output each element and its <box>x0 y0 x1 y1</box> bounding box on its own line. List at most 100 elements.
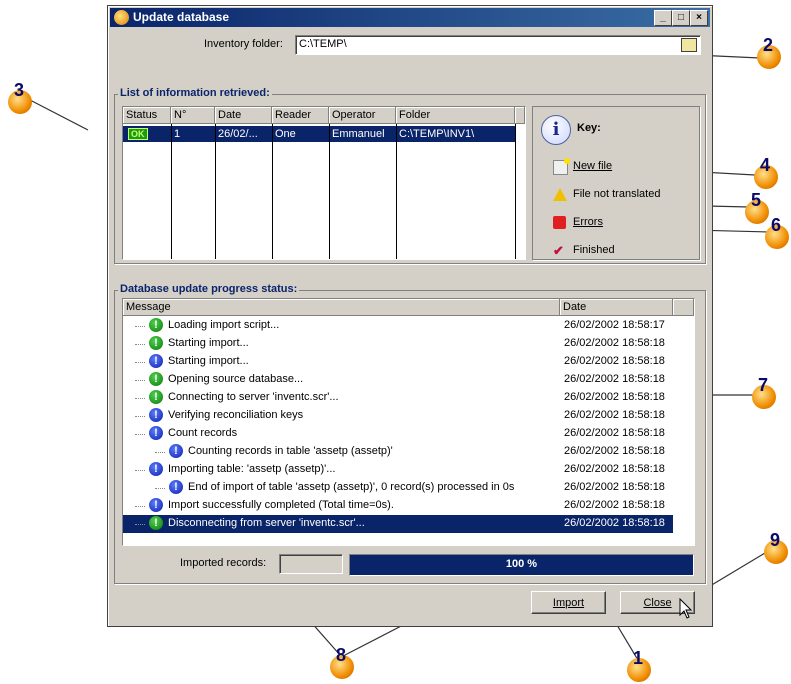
success-icon: ! <box>149 336 163 350</box>
column-divider <box>272 124 273 259</box>
column-divider <box>215 124 216 259</box>
callout-marker-6: 6 <box>765 215 791 251</box>
message-row-selected[interactable]: ! Disconnecting from server 'inventc.scr'… <box>123 515 673 533</box>
message-row[interactable]: ! Starting import... 26/02/2002 18:58:18 <box>123 335 694 353</box>
callout-marker-1: 1 <box>627 648 653 684</box>
warning-icon <box>553 188 567 201</box>
callout-marker-3: 3 <box>8 80 34 116</box>
col-header-filler <box>515 107 525 124</box>
col-header-message[interactable]: Message <box>123 299 560 316</box>
message-date: 26/02/2002 18:58:18 <box>564 445 665 457</box>
callout-marker-8: 8 <box>330 645 356 681</box>
col-header-status[interactable]: Status <box>123 107 171 124</box>
callout-marker-2: 2 <box>757 35 783 71</box>
minimize-button[interactable]: _ <box>654 10 672 26</box>
message-text: End of import of table 'assetp (assetp)'… <box>188 481 515 493</box>
col-header-filler <box>673 299 694 316</box>
cell-reader: One <box>275 128 296 140</box>
info-icon: i <box>541 115 571 145</box>
col-header-folder[interactable]: Folder <box>396 107 515 124</box>
app-icon <box>114 10 129 25</box>
window-title: Update database <box>133 10 230 24</box>
message-row[interactable]: ! Connecting to server 'inventc.scr'... 26… <box>123 389 694 407</box>
callout-marker-7: 7 <box>752 375 778 411</box>
tree-connector <box>135 506 145 507</box>
tree-connector <box>135 434 145 435</box>
info-exclamation-icon: ! <box>169 480 183 494</box>
tree-connector <box>135 344 145 345</box>
progress-text: 100 % <box>505 558 538 570</box>
callout-marker-4: 4 <box>754 155 780 191</box>
cell-date: 26/02/... <box>218 128 258 140</box>
message-date: 26/02/2002 18:58:18 <box>564 337 665 349</box>
column-divider <box>515 124 516 259</box>
message-log[interactable]: Message Date ! Loading import script... 26… <box>122 298 695 546</box>
errors-icon <box>553 216 566 229</box>
progress-bar: 100 % <box>349 554 694 576</box>
message-text: Verifying reconciliation keys <box>168 409 304 421</box>
tree-connector <box>155 452 165 453</box>
message-date: 26/02/2002 18:58:18 <box>564 427 665 439</box>
col-header-date[interactable]: Date <box>215 107 272 124</box>
imported-records-label: Imported records: <box>180 557 267 569</box>
cell-folder: C:\TEMP\INV1\ <box>399 128 475 140</box>
progress-group-title: Database update progress status: <box>118 283 300 295</box>
maximize-button[interactable]: □ <box>672 10 690 26</box>
close-window-button[interactable]: × <box>690 10 708 26</box>
col-header-operator[interactable]: Operator <box>329 107 396 124</box>
message-date: 26/02/2002 18:58:18 <box>564 463 665 475</box>
message-row[interactable]: ! Import successfully completed (Total ti… <box>123 497 694 515</box>
tree-connector <box>135 326 145 327</box>
column-divider <box>396 124 397 259</box>
callout-marker-5: 5 <box>745 190 771 226</box>
import-button[interactable]: Import <box>531 591 606 614</box>
message-date: 26/02/2002 18:58:18 <box>564 355 665 367</box>
imported-records-field <box>279 554 343 574</box>
cell-operator: Emmanuel <box>332 128 385 140</box>
cell-num: 1 <box>174 128 181 140</box>
tree-connector <box>135 416 145 417</box>
message-text: Count records <box>168 427 238 439</box>
col-header-reader[interactable]: Reader <box>272 107 329 124</box>
success-icon: ! <box>149 390 163 404</box>
tree-connector <box>135 380 145 381</box>
message-row[interactable]: ! Importing table: 'assetp (assetp)'... 26… <box>123 461 694 479</box>
inventory-folder-input[interactable]: C:\TEMP\ <box>295 35 701 55</box>
info-table[interactable]: Status N° Date Reader Operator Folder OK… <box>122 106 526 260</box>
folder-icon[interactable] <box>681 38 697 52</box>
success-icon: ! <box>149 318 163 332</box>
success-icon: ! <box>149 372 163 386</box>
tree-connector <box>135 524 145 525</box>
key-item-errors: Errors <box>573 216 603 228</box>
message-date: 26/02/2002 18:58:18 <box>564 517 665 529</box>
message-date: 26/02/2002 18:58:18 <box>564 481 665 493</box>
key-title: Key: <box>577 122 601 134</box>
mouse-cursor-icon <box>679 598 693 619</box>
inventory-folder-label: Inventory folder: <box>204 38 283 50</box>
message-text: Importing table: 'assetp (assetp)'... <box>168 463 336 475</box>
key-item-new-file: New file <box>573 160 613 172</box>
message-row[interactable]: ! Counting records in table 'assetp (asse… <box>123 443 694 461</box>
col-header-msg-date[interactable]: Date <box>560 299 673 316</box>
key-panel: i Key: New file File not translated Erro… <box>532 106 700 260</box>
tree-connector <box>135 362 145 363</box>
message-row[interactable]: ! Loading import script... 26/02/2002 18:5… <box>123 317 694 335</box>
callout-marker-9: 9 <box>764 530 790 566</box>
message-text: Import successfully completed (Total tim… <box>168 499 394 511</box>
info-exclamation-icon: ! <box>149 354 163 368</box>
tree-connector <box>135 470 145 471</box>
message-row[interactable]: ! Opening source database... 26/02/2002 18… <box>123 371 694 389</box>
message-row[interactable]: ! Count records 26/02/2002 18:58:18 <box>123 425 694 443</box>
message-text: Opening source database... <box>168 373 304 385</box>
message-date: 26/02/2002 18:58:18 <box>564 499 665 511</box>
col-header-num[interactable]: N° <box>171 107 215 124</box>
message-row[interactable]: ! End of import of table 'assetp (assetp)… <box>123 479 694 497</box>
message-row[interactable]: ! Starting import... 26/02/2002 18:58:18 <box>123 353 694 371</box>
message-text: Starting import... <box>168 355 249 367</box>
message-text: Connecting to server 'inventc.scr'... <box>168 391 339 403</box>
tree-connector <box>135 398 145 399</box>
title-bar[interactable]: Update database _ □ × <box>110 8 710 27</box>
new-file-icon <box>553 158 570 175</box>
info-exclamation-icon: ! <box>149 498 163 512</box>
message-row[interactable]: ! Verifying reconciliation keys 26/02/2002… <box>123 407 694 425</box>
